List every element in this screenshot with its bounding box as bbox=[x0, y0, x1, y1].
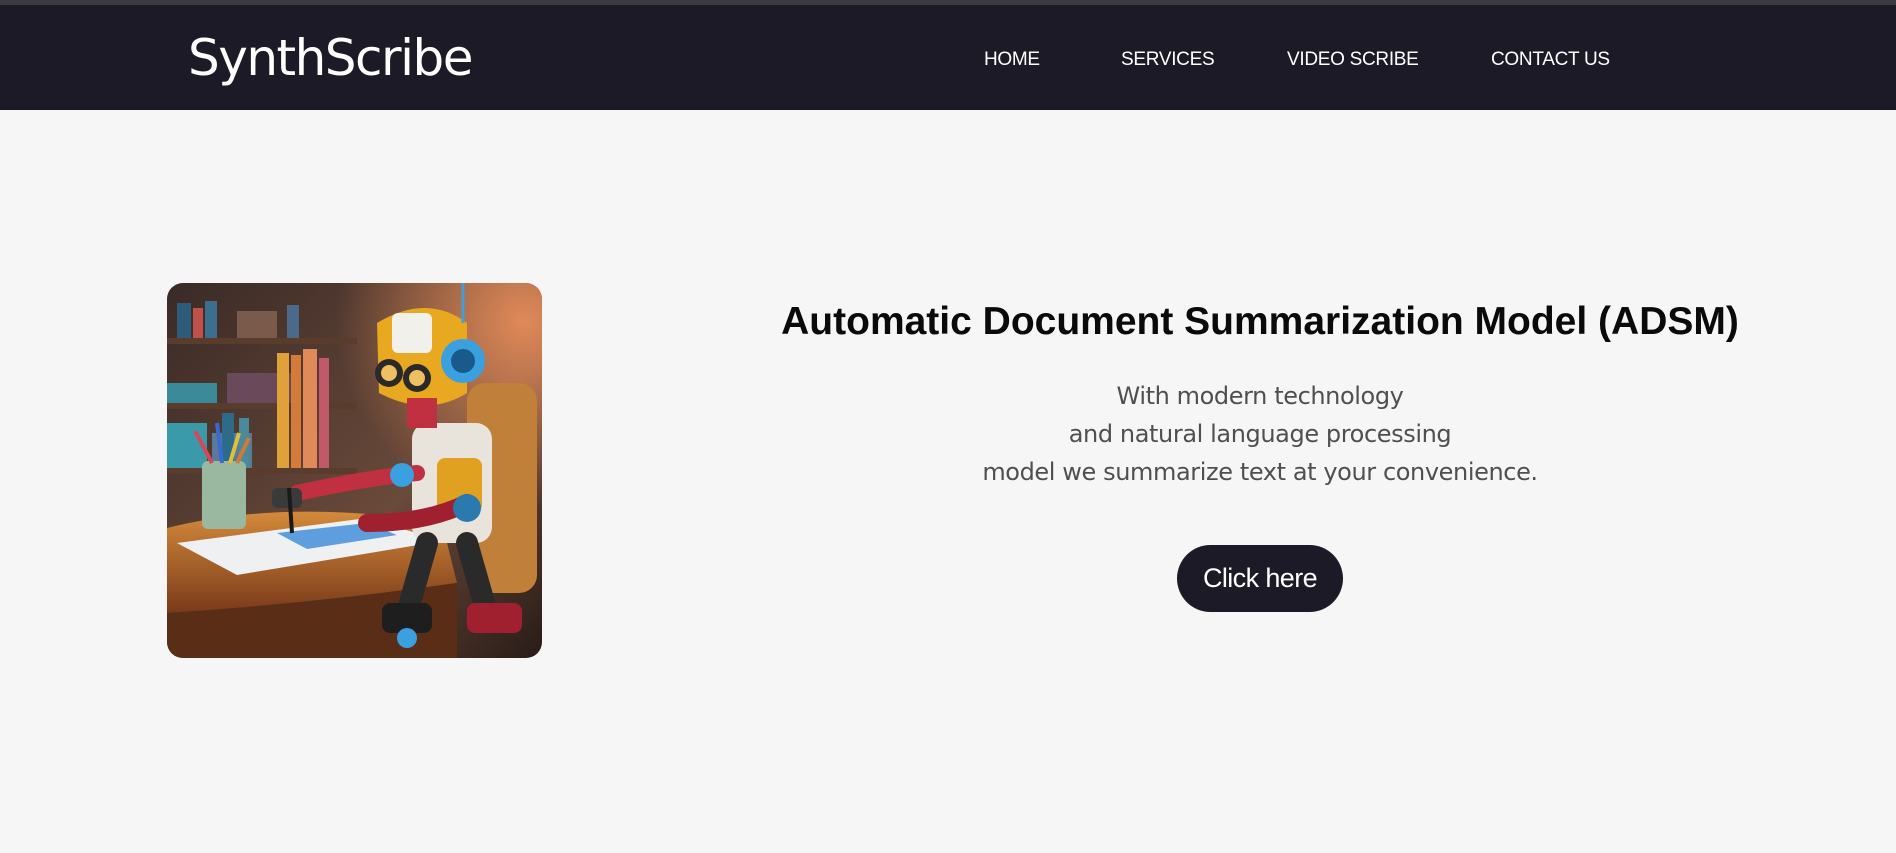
hero-content: Automatic Document Summarization Model (… bbox=[760, 295, 1760, 612]
hero-description: With modern technology and natural langu… bbox=[760, 377, 1760, 491]
click-here-button[interactable]: Click here bbox=[1177, 545, 1343, 612]
hero-description-line: model we summarize text at your convenie… bbox=[982, 458, 1538, 486]
hero-robot-image bbox=[167, 283, 542, 658]
nav-video-scribe-link[interactable]: VIDEO SCRIBE bbox=[1287, 45, 1419, 75]
hero-description-line: and natural language processing bbox=[1068, 420, 1452, 448]
nav-services-link[interactable]: SERVICES bbox=[1121, 45, 1215, 75]
main-nav: HOME SERVICES VIDEO SCRIBE CONTACT US bbox=[0, 45, 1896, 75]
hero-title: Automatic Document Summarization Model (… bbox=[781, 300, 1739, 343]
nav-home-link[interactable]: HOME bbox=[984, 45, 1040, 75]
nav-contact-us-link[interactable]: CONTACT US bbox=[1491, 45, 1610, 75]
top-navbar: SynthScribe HOME SERVICES VIDEO SCRIBE C… bbox=[0, 5, 1896, 110]
hero-description-line: With modern technology bbox=[1116, 382, 1404, 410]
